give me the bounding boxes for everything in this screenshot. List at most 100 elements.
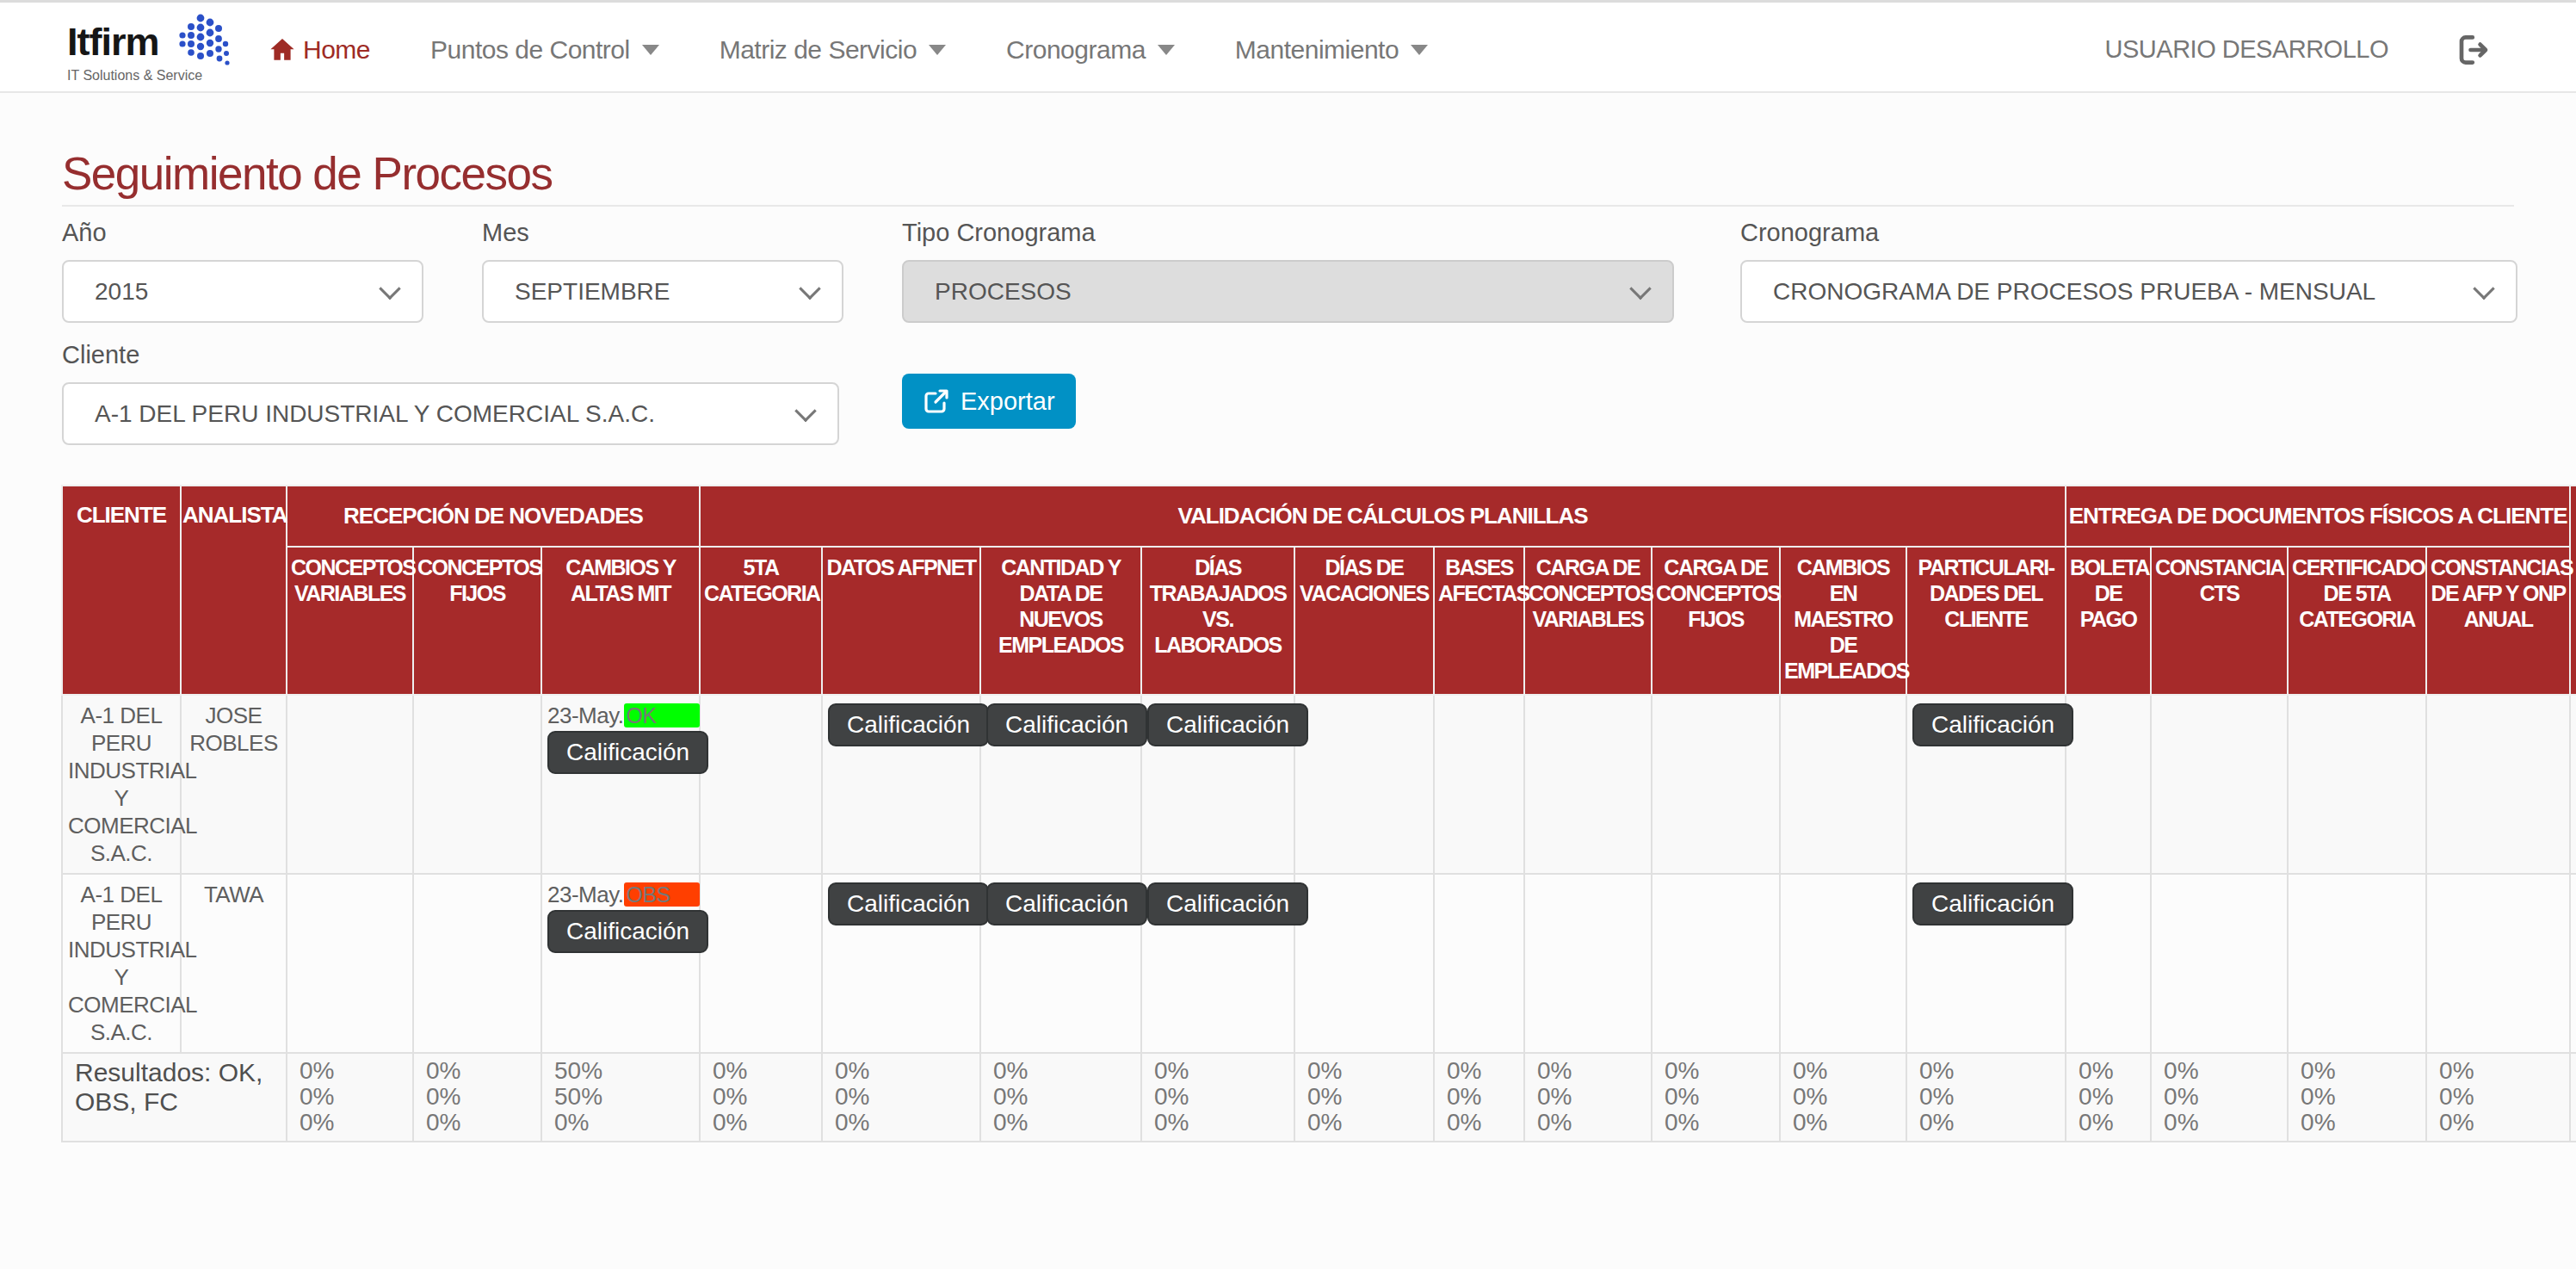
cronograma-select[interactable]: CRONOGRAMA DE PROCESOS PRUEBA - MENSUAL [1740,260,2517,323]
ano-label: Año [62,219,107,247]
brand-logo[interactable]: Itfirm IT Solutions & Service [67,13,291,90]
results-label: Resultados: OK, OBS, FC [62,1053,287,1142]
cronograma-label: Cronograma [1740,219,1879,247]
navbar: Itfirm IT Solutions & Service Home Punto… [0,0,2576,93]
mes-label: Mes [482,219,529,247]
result-cell: 0% 0% 0% [2426,1053,2570,1142]
cliente-label: Cliente [62,341,139,369]
results-row: Resultados: OK, OBS, FC 0% 0% 0% 0% 0% 0… [62,1053,2576,1142]
cell-analista: JOSE ROBLES [181,695,287,874]
title-divider [62,205,2514,207]
result-cell: 0% 0% 0% [1141,1053,1294,1142]
calificacion-button[interactable]: Calificación [828,882,989,925]
result-cell: 0% 0% 0% [980,1053,1141,1142]
cell-cambios-altas: 23-May.OBS Calificación [541,874,700,1053]
col-header-cambios-maestro: CAMBIOS EN MAESTRO DE EMPLEADOS [1780,547,1906,695]
brand-dots-graphic [177,9,263,71]
group-header-entrega: ENTREGA DE DOCUMENTOS FÍSICOS A CLIENTE [2066,486,2570,547]
tipo-cronograma-value: PROCESOS [935,278,1072,306]
tipo-cronograma-label: Tipo Cronograma [902,219,1096,247]
cell-cambios-altas: 23-May.OK Calificación [541,695,700,874]
result-cell: 50% 50% 0% [541,1053,700,1142]
col-header-cliente: CLIENTE [62,486,181,695]
col-header-dias-vacaciones: DÍAS DE VACACIONES [1294,547,1434,695]
tipo-cronograma-select[interactable]: PROCESOS [902,260,1674,323]
result-cell: 0% 0% 0% [1780,1053,1906,1142]
mes-value: SEPTIEMBRE [515,278,670,306]
nav-matriz-label: Matriz de Servicio [720,35,917,65]
col-header-cambios-altas: CAMBIOS Y ALTAS MIT [541,547,700,695]
mes-select[interactable]: SEPTIEMBRE [482,260,843,323]
result-cell: 0% 0% 0% [1652,1053,1780,1142]
status-badge-obs: OBS [624,882,700,907]
status-badge-ok: OK [624,703,700,727]
calificacion-button[interactable]: Calificación [828,703,989,746]
chevron-down-icon [1158,45,1175,55]
cell-analista: TAWA [181,874,287,1053]
nav-puntos-de-control[interactable]: Puntos de Control [430,35,659,65]
chevron-down-icon [379,277,400,299]
result-cell: 0% 0% 0% [2288,1053,2426,1142]
export-button[interactable]: Exportar [902,374,1076,429]
calificacion-button[interactable]: Calificación [986,703,1147,746]
result-cell: 0% 0% 0% [2151,1053,2288,1142]
nav-mantenimiento-label: Mantenimiento [1235,35,1399,65]
col-header-dias-trabajados: DÍAS TRABAJADOS VS. LABORADOS [1141,547,1294,695]
nav-home-label: Home [303,35,370,65]
ano-value: 2015 [95,278,148,306]
nav-mantenimiento[interactable]: Mantenimiento [1235,35,1428,65]
home-icon [269,36,296,64]
col-header-datos-afpnet: DATOS AFPNET [822,547,980,695]
group-header-cutoff [2570,486,2576,695]
nav-matriz-de-servicio[interactable]: Matriz de Servicio [720,35,946,65]
nav-cronograma-label: Cronograma [1006,35,1146,65]
cell-cliente: A-1 DEL PERU INDUSTRIAL Y COMERCIAL S.A.… [62,695,181,874]
nav-menu: Home Puntos de Control Matriz de Servici… [269,5,1488,94]
chevron-down-icon [2473,277,2494,299]
table-row-1: A-1 DEL PERU INDUSTRIAL Y COMERCIAL S.A.… [62,695,2576,874]
col-header-carga-variables: CARGA DE CONCEPTOS VARIABLES [1524,547,1652,695]
col-header-conceptos-fijos: CONCEPTOS FIJOS [413,547,541,695]
cliente-select[interactable]: A-1 DEL PERU INDUSTRIAL Y COMERCIAL S.A.… [62,382,839,445]
chevron-down-icon [1629,277,1651,299]
calificacion-button[interactable]: Calificación [547,910,708,953]
col-header-constancias-afp: CONSTANCIAS DE AFP Y ONP ANUAL [2426,547,2570,695]
ano-select[interactable]: 2015 [62,260,423,323]
col-header-bases-afectas: BASES AFECTAS [1434,547,1524,695]
nav-home[interactable]: Home [269,35,370,65]
export-label: Exportar [961,387,1055,416]
calificacion-button[interactable]: Calificación [986,882,1147,925]
fecha-text: 23-May. [547,703,624,728]
col-header-boleta-pago: BOLETA DE PAGO [2066,547,2151,695]
process-table: CLIENTE ANALISTA RECEPCIÓN DE NOVEDADES … [61,485,2576,1142]
col-header-analista: ANALISTA [181,486,287,695]
cronograma-value: CRONOGRAMA DE PROCESOS PRUEBA - MENSUAL [1773,278,2375,306]
col-header-constancia-cts: CONSTANCIA CTS [2151,547,2288,695]
calificacion-button[interactable]: Calificación [1912,703,2073,746]
result-cell: 0% 0% 0% [1434,1053,1524,1142]
col-header-5ta-categoria: 5TA CATEGORIA [700,547,822,695]
calificacion-button[interactable]: Calificación [1147,703,1308,746]
nav-puntos-label: Puntos de Control [430,35,630,65]
navbar-user[interactable]: USUARIO DESARROLLO [2105,35,2388,64]
calificacion-button[interactable]: Calificación [547,731,708,774]
chevron-down-icon [929,45,946,55]
cell-cliente: A-1 DEL PERU INDUSTRIAL Y COMERCIAL S.A.… [62,874,181,1053]
table-row-2: A-1 DEL PERU INDUSTRIAL Y COMERCIAL S.A.… [62,874,2576,1053]
brand-tagline: IT Solutions & Service [67,68,202,84]
nav-cronograma[interactable]: Cronograma [1006,35,1175,65]
col-header-particularidades: PARTICULARI-DADES DEL CLIENTE [1906,547,2066,695]
result-cell: 0% 0% 0% [1294,1053,1434,1142]
col-header-conceptos-variables: CONCEPTOS VARIABLES [287,547,413,695]
page-title: Seguimiento de Procesos [62,147,552,200]
logout-icon[interactable] [2456,32,2492,68]
group-header-validacion: VALIDACIÓN DE CÁLCULOS PLANILLAS [700,486,2066,547]
export-icon [923,387,950,415]
result-cell: 0% 0% 0% [1906,1053,2066,1142]
result-cell: 0% 0% 0% [287,1053,413,1142]
calificacion-button[interactable]: Calificación [1912,882,2073,925]
result-cell: 0% 0% 0% [2066,1053,2151,1142]
chevron-down-icon [799,277,820,299]
calificacion-button[interactable]: Calificación [1147,882,1308,925]
result-cell: 0% 0% 0% [822,1053,980,1142]
